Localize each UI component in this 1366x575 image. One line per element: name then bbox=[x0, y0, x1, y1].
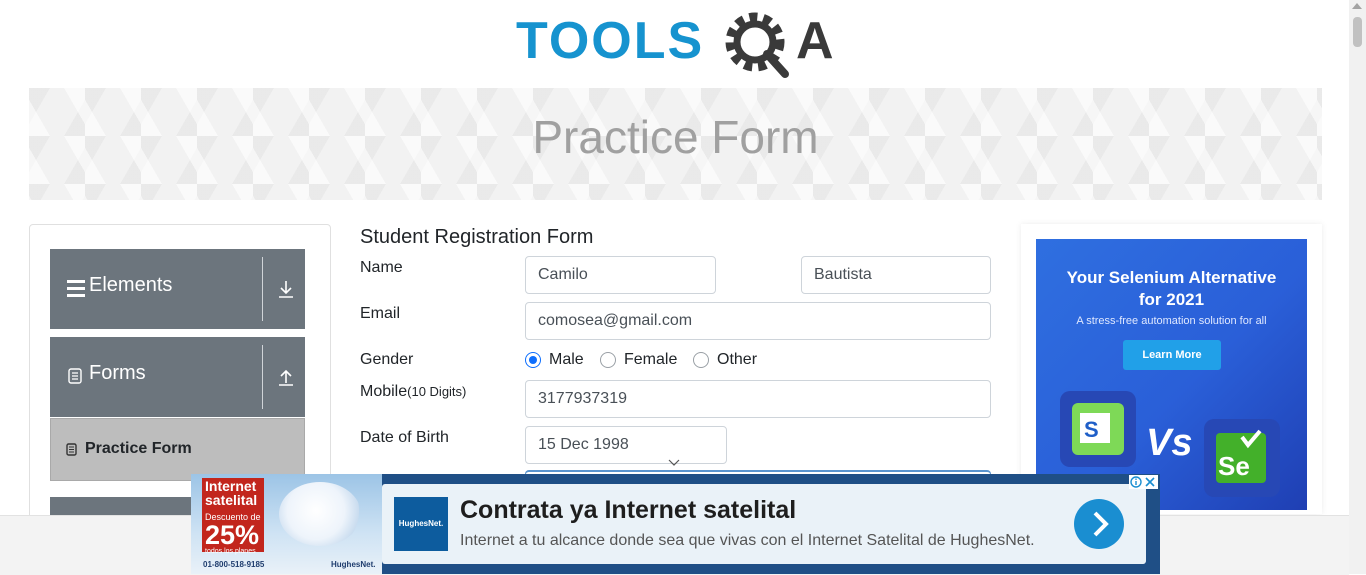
ad-bottom-image: Internet satelital Descuento de 25% todo… bbox=[191, 474, 382, 574]
ad-thumb-plans: todos los planes bbox=[205, 548, 256, 555]
ad-right[interactable]: Your Selenium Alternative for 2021 A str… bbox=[1036, 239, 1307, 510]
ad-thumb-title: Internet satelital bbox=[205, 478, 258, 508]
wifi-cloud-icon bbox=[279, 482, 361, 546]
gender-male-radio[interactable] bbox=[525, 352, 541, 368]
scroll-up-arrow-icon[interactable] bbox=[1352, 3, 1362, 9]
chevron-down-icon bbox=[668, 459, 680, 466]
ad-right-subline: A stress-free automation solution for al… bbox=[1076, 315, 1267, 327]
dob-label: Date of Birth bbox=[360, 429, 449, 446]
email-input[interactable]: comosea@gmail.com bbox=[525, 302, 991, 340]
logo-text-left: TOOLS bbox=[516, 12, 704, 70]
gender-male-label[interactable]: Male bbox=[549, 351, 584, 369]
hughesnet-logo: HughesNet. bbox=[394, 497, 448, 551]
gender-female-label[interactable]: Female bbox=[624, 351, 677, 369]
gender-female-radio[interactable] bbox=[600, 352, 616, 368]
mobile-hint: (10 Digits) bbox=[407, 384, 467, 399]
svg-text:S: S bbox=[1084, 417, 1099, 442]
mobile-label: Mobile(10 Digits) bbox=[360, 383, 466, 401]
ad-bottom-headline: Contrata ya Internet satelital bbox=[460, 496, 797, 524]
page-banner: Practice Form bbox=[29, 88, 1322, 200]
gender-label: Gender bbox=[360, 351, 414, 368]
document-icon bbox=[68, 368, 82, 384]
versus-text: Vs bbox=[1146, 422, 1193, 464]
ad-thumb-phone: 01-800-518-9185 bbox=[203, 560, 265, 569]
gender-other-label[interactable]: Other bbox=[717, 351, 757, 369]
sidebar-group-label: Elements bbox=[89, 274, 173, 296]
scroll-thumb[interactable] bbox=[1353, 17, 1362, 47]
selenium-logo-text: Se bbox=[1218, 451, 1250, 481]
mobile-label-text: Mobile bbox=[360, 383, 408, 400]
form-title: Student Registration Form bbox=[360, 226, 594, 248]
page-title: Practice Form bbox=[532, 111, 819, 163]
chevron-right-icon bbox=[1093, 511, 1109, 537]
adchoices-icon[interactable] bbox=[1129, 475, 1158, 489]
ad-bottom[interactable]: Internet satelital Descuento de 25% todo… bbox=[191, 474, 1160, 574]
form-icon bbox=[66, 443, 77, 456]
gear-icon bbox=[725, 12, 789, 78]
katalon-logo-icon: S bbox=[1060, 391, 1136, 467]
ad-go-button[interactable] bbox=[1074, 499, 1124, 549]
ad-thumb-brand: HughesNet. bbox=[331, 560, 376, 569]
gender-other-radio[interactable] bbox=[693, 352, 709, 368]
sidebar-group-forms[interactable]: Forms bbox=[50, 337, 305, 417]
sidebar-group-elements[interactable]: Elements bbox=[50, 249, 305, 329]
ad-bottom-subline: Internet a tu alcance donde sea que viva… bbox=[460, 532, 1035, 549]
mobile-input[interactable]: 3177937319 bbox=[525, 380, 991, 418]
ad-bottom-card[interactable]: HughesNet. Contrata ya Internet satelita… bbox=[382, 484, 1146, 564]
sidebar-item-label: Practice Form bbox=[85, 440, 192, 457]
first-name-input[interactable]: Camilo bbox=[525, 256, 716, 294]
dob-input[interactable]: 15 Dec 1998 bbox=[525, 426, 727, 464]
email-label: Email bbox=[360, 305, 401, 322]
download-arrow-icon[interactable] bbox=[278, 279, 294, 299]
ad-thumb-discount: 25% bbox=[205, 520, 260, 550]
toolsqa-logo[interactable]: TOOLS A bbox=[514, 6, 840, 78]
scrollbar[interactable] bbox=[1349, 0, 1366, 574]
name-label: Name bbox=[360, 259, 403, 276]
sidebar-group-label: Forms bbox=[89, 362, 146, 384]
ad-right-headline: Your Selenium Alternative for 2021 bbox=[1066, 268, 1277, 309]
menu-icon bbox=[67, 280, 85, 301]
logo-text-right: A bbox=[796, 12, 834, 70]
upload-arrow-icon[interactable] bbox=[278, 367, 294, 387]
learn-more-button[interactable]: Learn More bbox=[1123, 340, 1221, 370]
sidebar-item-practice-form[interactable]: Practice Form bbox=[50, 418, 305, 481]
last-name-input[interactable]: Bautista bbox=[801, 256, 991, 294]
